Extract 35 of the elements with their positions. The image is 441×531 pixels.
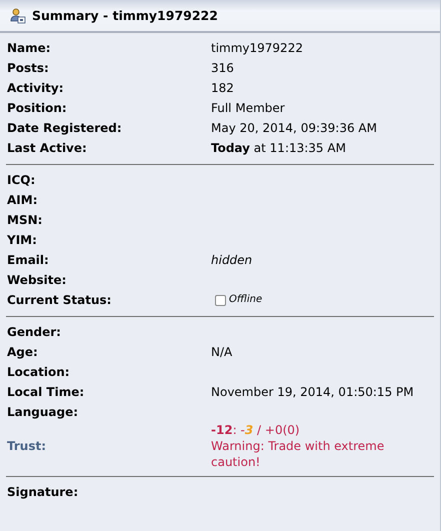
- field-label: Age:: [7, 345, 39, 359]
- field-label: Name:: [7, 41, 52, 55]
- field-label: Location:: [7, 365, 71, 379]
- field-value: Full Member: [211, 100, 285, 116]
- field-label: MSN:: [7, 213, 44, 227]
- status-text: Offline: [229, 293, 262, 307]
- field-label: Signature:: [7, 485, 80, 499]
- field-value: 182: [211, 80, 234, 96]
- field-label: Date Registered:: [7, 121, 123, 135]
- field-value: Today at 11:13:35 AM: [211, 140, 346, 156]
- field-label: Email:: [7, 253, 50, 267]
- trust-link[interactable]: Trust:: [7, 439, 211, 453]
- field-label: ICQ:: [7, 173, 36, 187]
- field-label: Activity:: [7, 81, 65, 95]
- field-label: Position:: [7, 101, 68, 115]
- panel-title: Summary - timmy1979222: [32, 8, 218, 23]
- field-value: N/A: [211, 344, 232, 360]
- trust-warning: Warning: Trade with extreme caution!: [211, 438, 386, 470]
- field-label: YIM:: [7, 233, 38, 247]
- field-value: May 20, 2014, 09:39:36 AM: [211, 120, 377, 136]
- field-label: Local Time:: [7, 385, 86, 399]
- field-label: Posts:: [7, 61, 50, 75]
- field-label: Last Active:: [7, 141, 88, 155]
- field-label: AIM:: [7, 193, 38, 207]
- field-value: timmy1979222: [211, 40, 303, 56]
- field-label: Website:: [7, 273, 68, 287]
- trust-score: -12: -3 / +0(0): [211, 422, 301, 438]
- field-value: November 19, 2014, 01:50:15 PM: [211, 384, 414, 400]
- user-card-icon: [10, 8, 26, 24]
- field-label: Gender:: [7, 325, 62, 339]
- field-label: Language:: [7, 405, 80, 419]
- field-label: Current Status:: [7, 293, 112, 307]
- field-value: hidden: [211, 252, 252, 268]
- status-icon: [215, 294, 226, 306]
- field-value: 316: [211, 60, 234, 76]
